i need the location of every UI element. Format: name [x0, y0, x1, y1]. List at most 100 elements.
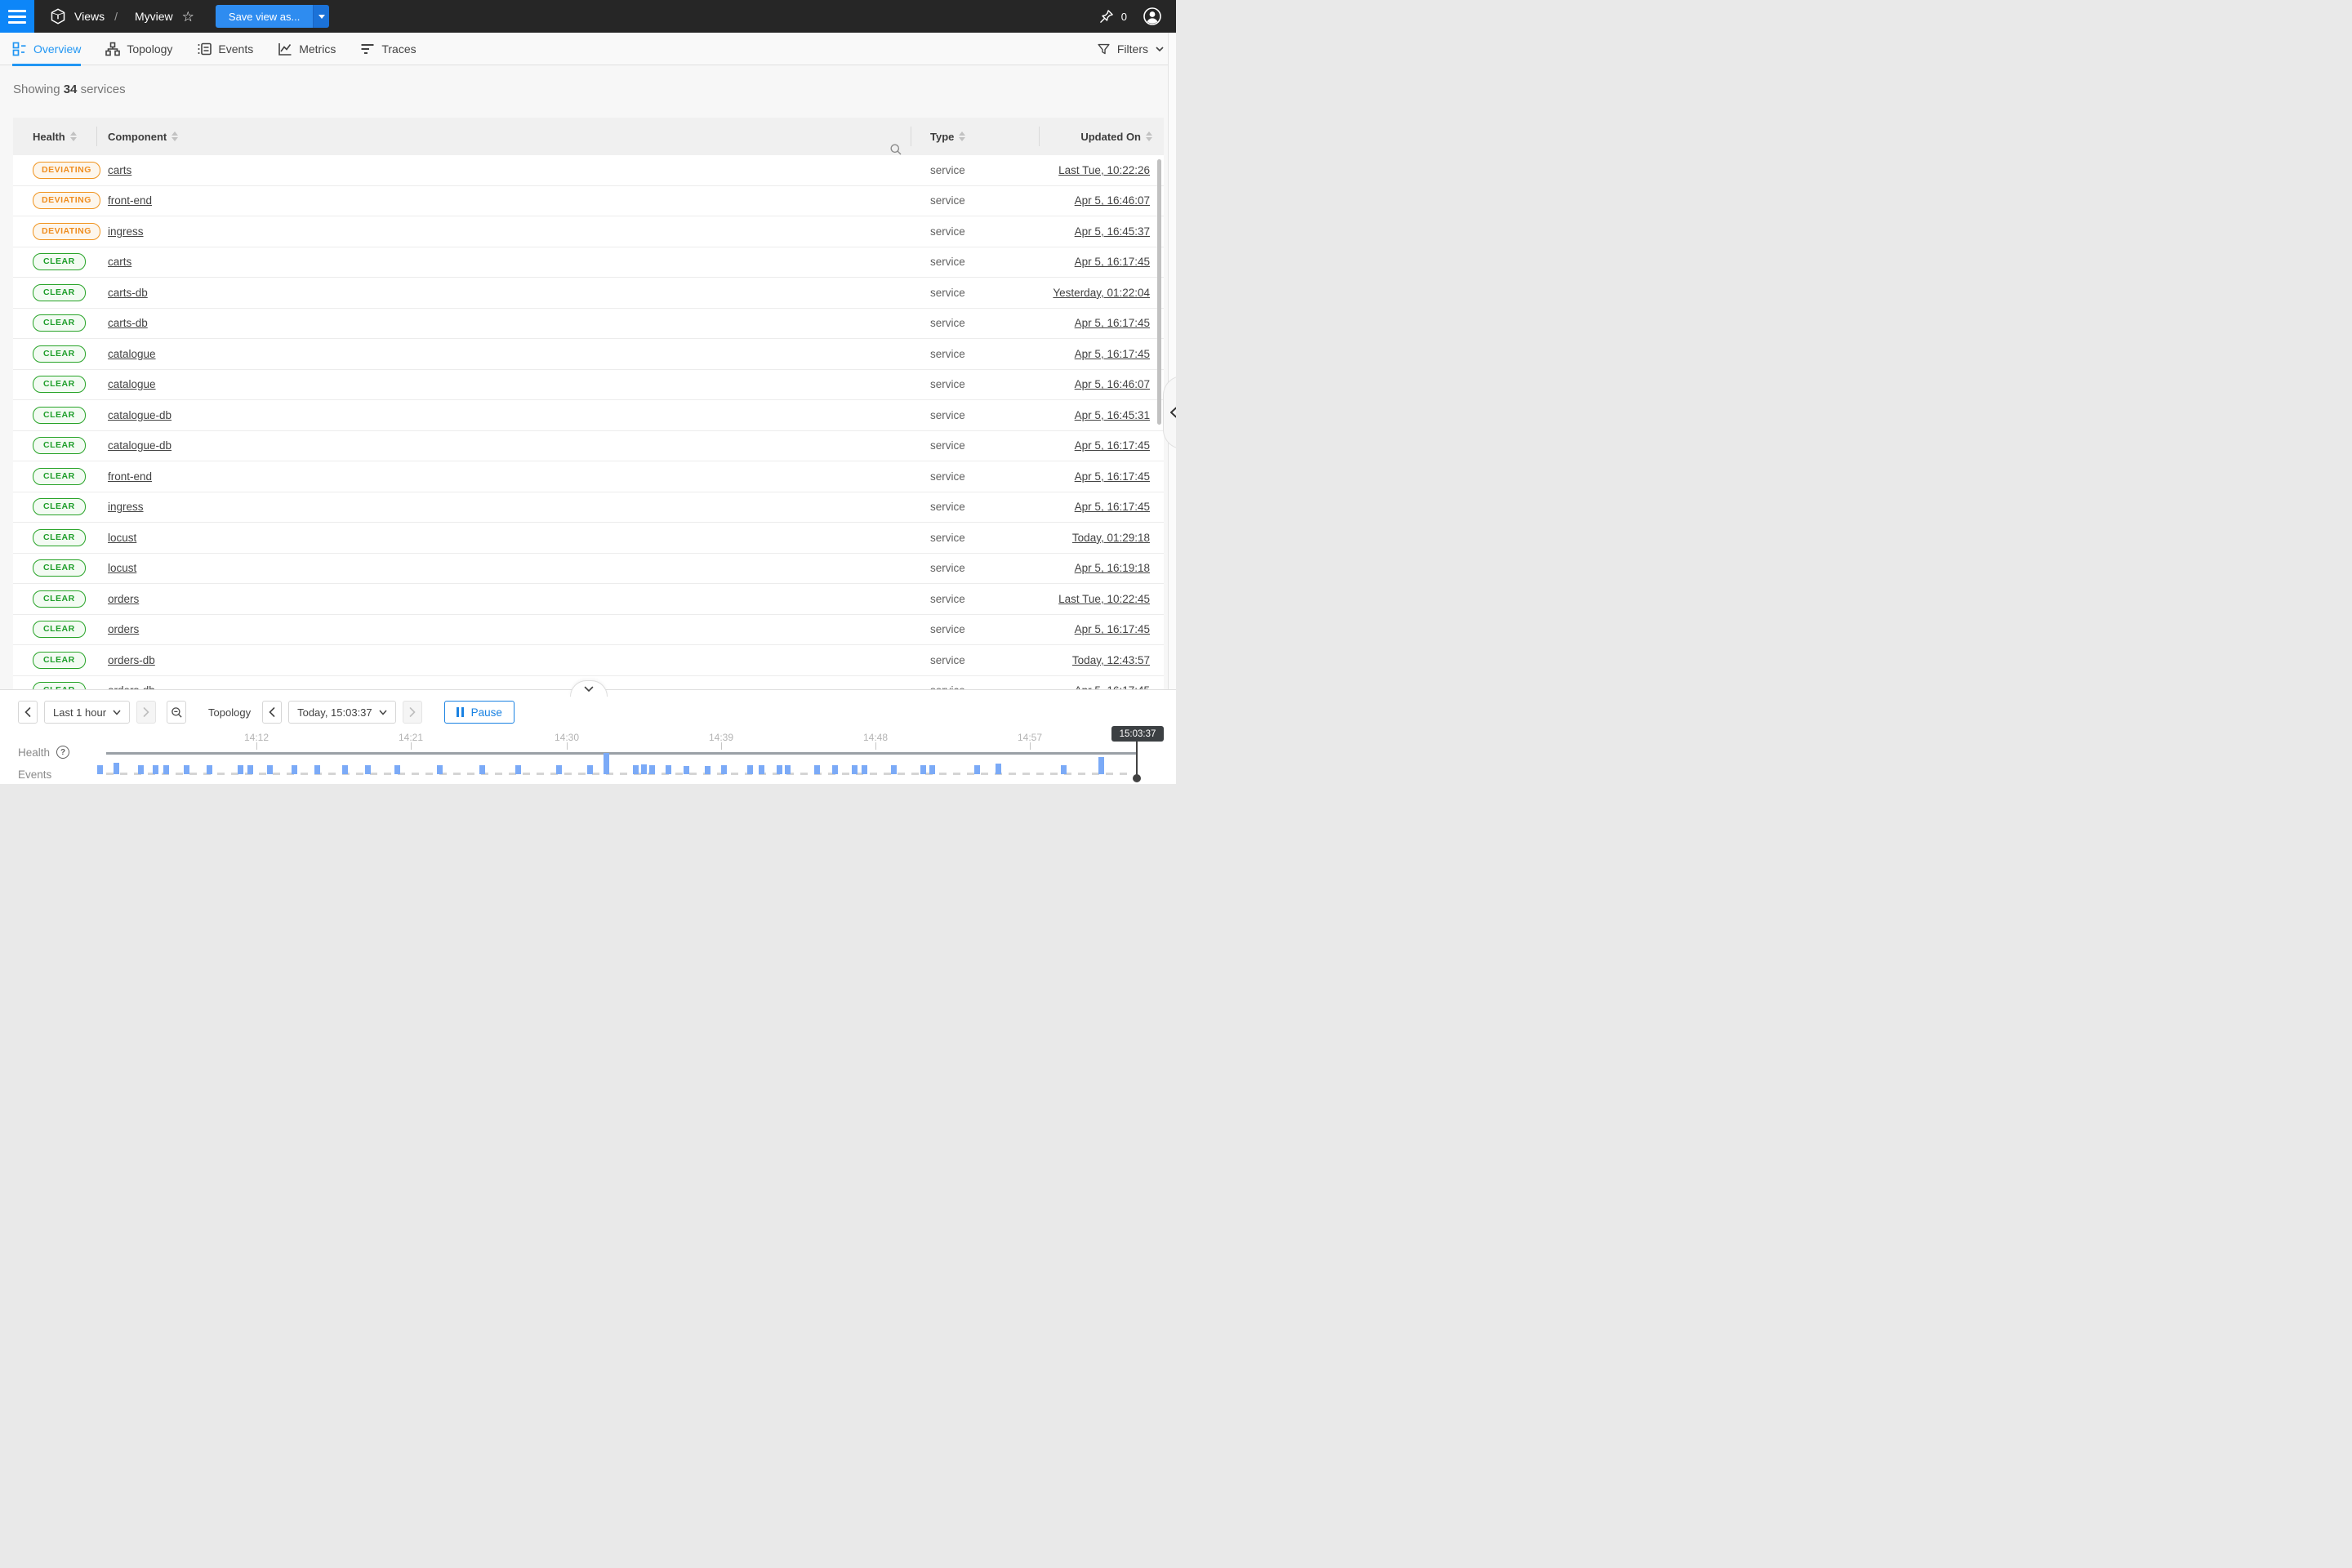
component-link[interactable]: carts — [108, 256, 131, 268]
sort-icon-updated-on[interactable] — [1146, 131, 1152, 141]
event-bar[interactable] — [649, 765, 655, 774]
sort-icon-health[interactable] — [70, 131, 77, 141]
event-bar[interactable] — [920, 765, 926, 774]
updated-on-link[interactable]: Last Tue, 10:22:26 — [1058, 164, 1150, 176]
table-row[interactable]: CLEAR carts service Apr 5, 16:17:45 — [13, 247, 1164, 278]
event-bar[interactable] — [515, 765, 521, 774]
component-link[interactable]: front-end — [108, 194, 152, 207]
event-bar[interactable] — [114, 763, 119, 774]
table-row[interactable]: DEVIATING ingress service Apr 5, 16:45:3… — [13, 216, 1164, 247]
updated-on-link[interactable]: Apr 5, 16:17:45 — [1075, 439, 1150, 452]
event-bar[interactable] — [852, 765, 858, 774]
save-view-as-button[interactable]: Save view as... — [216, 5, 329, 28]
component-link[interactable]: orders-db — [108, 654, 155, 666]
updated-on-link[interactable]: Apr 5, 16:45:37 — [1075, 225, 1150, 238]
table-row[interactable]: CLEAR catalogue-db service Apr 5, 16:45:… — [13, 400, 1164, 431]
updated-on-link[interactable]: Apr 5, 16:17:45 — [1075, 623, 1150, 635]
updated-on-link[interactable]: Today, 01:29:18 — [1072, 532, 1150, 544]
tab-traces[interactable]: Traces — [360, 33, 416, 65]
component-link[interactable]: carts-db — [108, 287, 148, 299]
event-bar[interactable] — [138, 765, 144, 774]
table-row[interactable]: CLEAR orders service Last Tue, 10:22:45 — [13, 584, 1164, 615]
table-row[interactable]: DEVIATING front-end service Apr 5, 16:46… — [13, 186, 1164, 217]
breadcrumb-view-name[interactable]: Myview — [135, 10, 173, 23]
save-view-as-label[interactable]: Save view as... — [216, 5, 313, 28]
updated-on-link[interactable]: Apr 5, 16:17:45 — [1075, 501, 1150, 513]
component-link[interactable]: ingress — [108, 501, 144, 513]
table-row[interactable]: CLEAR locust service Apr 5, 16:19:18 — [13, 554, 1164, 585]
table-row[interactable]: CLEAR locust service Today, 01:29:18 — [13, 523, 1164, 554]
updated-on-link[interactable]: Apr 5, 16:17:45 — [1075, 317, 1150, 329]
sort-icon-type[interactable] — [959, 131, 965, 141]
updated-on-link[interactable]: Apr 5, 16:45:31 — [1075, 409, 1150, 421]
updated-on-link[interactable]: Yesterday, 01:22:04 — [1053, 287, 1150, 299]
event-bar[interactable] — [777, 765, 782, 774]
event-bar[interactable] — [814, 765, 820, 774]
component-link[interactable]: catalogue — [108, 348, 156, 360]
time-range-dropdown[interactable]: Last 1 hour — [44, 701, 130, 724]
right-panel-expand-handle[interactable] — [1163, 376, 1176, 449]
event-bar[interactable] — [1061, 765, 1067, 774]
vertical-scrollbar-thumb[interactable] — [1157, 159, 1161, 425]
event-bar[interactable] — [1098, 757, 1104, 774]
range-forward-button[interactable] — [136, 701, 156, 724]
time-back-button[interactable] — [262, 701, 282, 724]
tab-overview[interactable]: Overview — [12, 33, 81, 65]
tab-events[interactable]: Events — [197, 33, 253, 65]
time-forward-button[interactable] — [403, 701, 422, 724]
col-header-updated-on[interactable]: Updated On — [1080, 131, 1141, 143]
pin-icon[interactable] — [1098, 8, 1115, 24]
event-bar[interactable] — [785, 765, 791, 774]
updated-on-link[interactable]: Apr 5, 16:46:07 — [1075, 194, 1150, 207]
component-link[interactable]: front-end — [108, 470, 152, 483]
table-row[interactable]: CLEAR front-end service Apr 5, 16:17:45 — [13, 461, 1164, 492]
updated-on-link[interactable]: Today, 12:43:57 — [1072, 654, 1150, 666]
favorite-star-icon[interactable]: ☆ — [182, 10, 194, 24]
event-bar[interactable] — [759, 765, 764, 774]
event-bar[interactable] — [314, 765, 320, 774]
component-link[interactable]: orders — [108, 623, 139, 635]
component-link[interactable]: catalogue-db — [108, 439, 172, 452]
event-bar[interactable] — [184, 765, 189, 774]
event-bar[interactable] — [747, 765, 753, 774]
component-link[interactable]: carts-db — [108, 317, 148, 329]
col-header-component[interactable]: Component — [108, 131, 167, 143]
event-bar[interactable] — [587, 765, 593, 774]
component-link[interactable]: locust — [108, 562, 136, 574]
breadcrumb-views[interactable]: Views — [74, 10, 105, 23]
updated-on-link[interactable]: Apr 5, 16:17:45 — [1075, 348, 1150, 360]
event-bar[interactable] — [862, 765, 867, 774]
tab-topology[interactable]: Topology — [105, 33, 172, 65]
event-bar[interactable] — [247, 765, 253, 774]
table-row[interactable]: CLEAR carts-db service Yesterday, 01:22:… — [13, 278, 1164, 309]
event-bar[interactable] — [684, 766, 689, 774]
event-bar[interactable] — [97, 765, 103, 774]
event-bar[interactable] — [342, 765, 348, 774]
event-bar[interactable] — [891, 765, 897, 774]
tab-metrics[interactable]: Metrics — [278, 33, 336, 65]
updated-on-link[interactable]: Apr 5, 16:17:45 — [1075, 256, 1150, 268]
event-bar[interactable] — [163, 765, 169, 774]
event-bar[interactable] — [394, 765, 400, 774]
user-avatar-icon[interactable] — [1142, 6, 1163, 27]
component-link[interactable]: catalogue — [108, 378, 156, 390]
component-link[interactable]: catalogue-db — [108, 409, 172, 421]
playhead-dot[interactable] — [1133, 774, 1141, 782]
event-bar[interactable] — [292, 765, 297, 774]
table-row[interactable]: DEVIATING carts service Last Tue, 10:22:… — [13, 155, 1164, 186]
event-bar[interactable] — [556, 765, 562, 774]
current-time-dropdown[interactable]: Today, 15:03:37 — [288, 701, 396, 724]
event-bar[interactable] — [207, 765, 212, 774]
event-bar[interactable] — [604, 753, 609, 774]
col-header-health[interactable]: Health — [33, 131, 65, 143]
updated-on-link[interactable]: Apr 5, 16:17:45 — [1075, 470, 1150, 483]
event-bar[interactable] — [633, 765, 639, 774]
help-icon[interactable]: ? — [56, 746, 69, 759]
component-link[interactable]: orders — [108, 593, 139, 605]
save-view-dropdown-arrow[interactable] — [313, 5, 329, 28]
table-row[interactable]: CLEAR orders service Apr 5, 16:17:45 — [13, 615, 1164, 646]
pause-button[interactable]: Pause — [444, 701, 514, 724]
sort-icon-component[interactable] — [172, 131, 178, 141]
table-row[interactable]: CLEAR orders-db service Today, 12:43:57 — [13, 645, 1164, 676]
filters-button[interactable]: Filters — [1097, 33, 1165, 65]
